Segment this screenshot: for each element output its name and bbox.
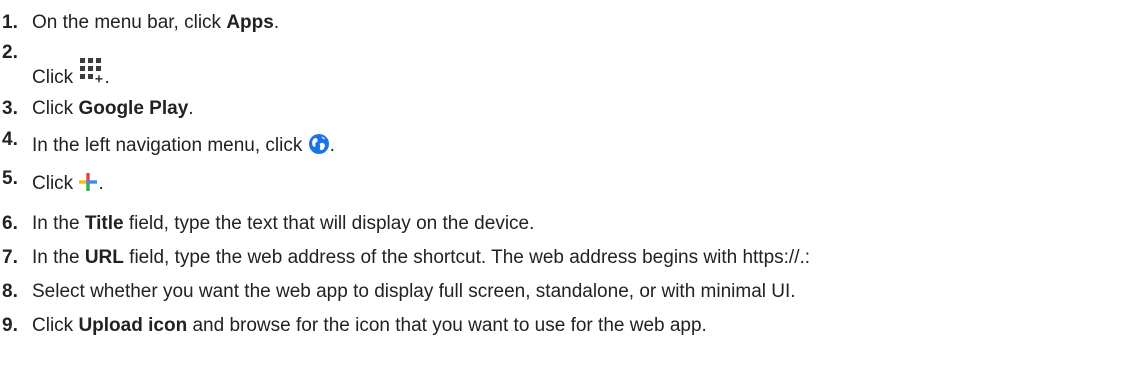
step-text: Click <box>32 67 79 88</box>
step-number: 7. <box>2 247 18 268</box>
step-text: Click <box>32 315 79 336</box>
ui-term-upload-icon: Upload icon <box>78 315 188 336</box>
plus-icon <box>78 172 98 192</box>
ui-term-title: Title <box>84 213 124 234</box>
app-grid-add-icon <box>78 57 104 85</box>
step-text: Click <box>32 173 79 194</box>
step-text: Select whether you want the web app to d… <box>32 281 796 302</box>
step-text: Click <box>32 98 79 119</box>
step-text: In the left navigation menu, click <box>32 135 308 156</box>
step-number: 2. <box>2 42 18 63</box>
step-text: In the <box>32 213 85 234</box>
step-text: On the menu bar, click <box>32 12 227 33</box>
step-number: 6. <box>2 213 18 234</box>
step-number: 1. <box>2 12 18 33</box>
ui-term-url: URL <box>84 247 124 268</box>
step-number: 5. <box>2 168 18 189</box>
step-text: In the <box>32 247 85 268</box>
step-number: 9. <box>2 315 18 336</box>
globe-icon <box>308 133 330 155</box>
step-number: 8. <box>2 281 18 302</box>
step-number: 4. <box>2 129 18 150</box>
step-number: 3. <box>2 98 18 119</box>
ui-term-google-play: Google Play <box>78 98 189 119</box>
ui-term-apps: Apps <box>226 12 274 33</box>
instruction-steps: 1. On the menu bar, click Apps. 2. Click… <box>2 12 811 336</box>
